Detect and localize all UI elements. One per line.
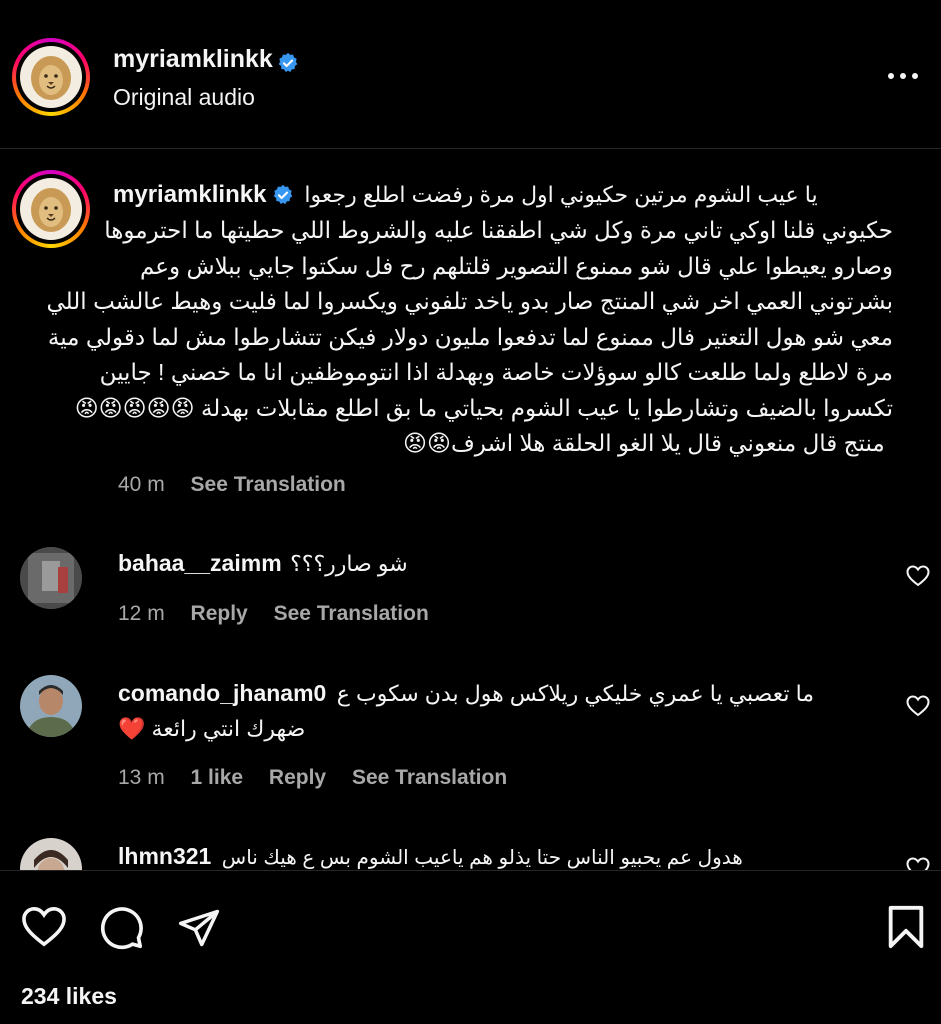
author-username[interactable]: myriamklinkk [113,45,273,73]
caption-line: حكيوني قلنا اوكي تاني مرة وكل شي اطفقنا … [104,217,893,243]
like-heart-icon[interactable] [21,906,67,948]
lion-icon [20,46,82,108]
post-header: myriamklinkk Original audio [0,0,941,150]
caption-line: بشرتوني العمي اخر شي المنتج صار بدو ياخد… [46,288,893,314]
caption-line: مرة لاطلع ولما طلعت كالو سوؤلات خاصة وبه… [99,359,893,385]
author-avatar[interactable] [12,38,90,116]
likes-count[interactable]: 234 likes [21,983,117,1010]
comment-avatar[interactable] [20,547,82,609]
audio-label[interactable]: Original audio [113,84,255,111]
lion-icon [20,178,82,240]
header-divider [0,148,941,149]
action-bar: 234 likes [0,870,941,1024]
comment-username[interactable]: lhmn321 [118,843,211,869]
see-translation-button[interactable]: See Translation [352,766,507,789]
comment-text: هدول عم يحبيو الناس حتا يذلو هم ياعيب ال… [221,847,743,869]
comment-text: شو صارر؟؟؟ [290,551,408,576]
user-photo-icon [20,675,82,737]
comment-1-meta: 12 m Reply See Translation [118,602,429,626]
more-options-icon[interactable] [884,64,922,88]
comment-username[interactable]: comando_jhanam0 [118,680,326,706]
share-paper-plane-icon[interactable] [177,906,221,950]
caption-body: myriamklinkk يا عيب الشوم مرتين حكيوني ا… [46,177,893,462]
verified-badge-icon [274,184,293,205]
caption-meta: 40 m See Translation [118,473,346,497]
user-photo-icon [20,547,82,609]
likes-count-button[interactable]: 1 like [191,766,244,789]
caption-see-translation[interactable]: See Translation [191,473,346,496]
comment-text-line2: ضهرك انتي رائعة ❤️ [118,716,306,741]
verified-badge-icon [279,52,298,72]
caption-avatar[interactable] [12,170,90,248]
comment-username[interactable]: bahaa__zaimm [118,550,282,576]
caption-line: معي شو هول التعتير فال ممنوع لما تدفعوا … [47,323,893,350]
like-heart-icon[interactable] [906,565,930,587]
comment-avatar[interactable] [20,675,82,737]
comment-time: 13 m [118,766,165,789]
comment-1: bahaa__zaimm شو صارر؟؟؟ [118,550,408,577]
action-bar-divider [0,870,941,871]
comment-time: 12 m [118,602,165,625]
comment-2: comando_jhanam0 ما تعصبي يا عمري خليكي ر… [118,680,814,707]
comment-2-meta: 13 m 1 like Reply See Translation [118,766,507,790]
caption-time: 40 m [118,473,165,496]
caption-line: يا عيب الشوم مرتين حكيوني اول مرة رفضت ا… [304,182,818,208]
caption-line: وصارو يعيطوا علي قال شو ممنوع التصوير قل… [139,252,893,279]
see-translation-button[interactable]: See Translation [274,602,429,625]
comment-text: ما تعصبي يا عمري خليكي ريلاكس هول بدن سك… [336,681,815,706]
caption-username[interactable]: myriamklinkk [113,181,266,209]
comment-3: lhmn321 هدول عم يحبيو الناس حتا يذلو هم … [118,843,743,870]
bookmark-icon[interactable] [886,904,926,950]
comment-bubble-icon[interactable] [99,905,145,951]
reply-button[interactable]: Reply [191,602,248,625]
caption-line: منتج قال منعوني قال يلا الغو الحلقة هلا … [403,430,885,456]
like-heart-icon[interactable] [906,695,930,717]
caption-line: تكسروا بالضيف وتشارطوا يا عيب الشوم بحيا… [74,394,893,421]
reply-button[interactable]: Reply [269,766,326,789]
